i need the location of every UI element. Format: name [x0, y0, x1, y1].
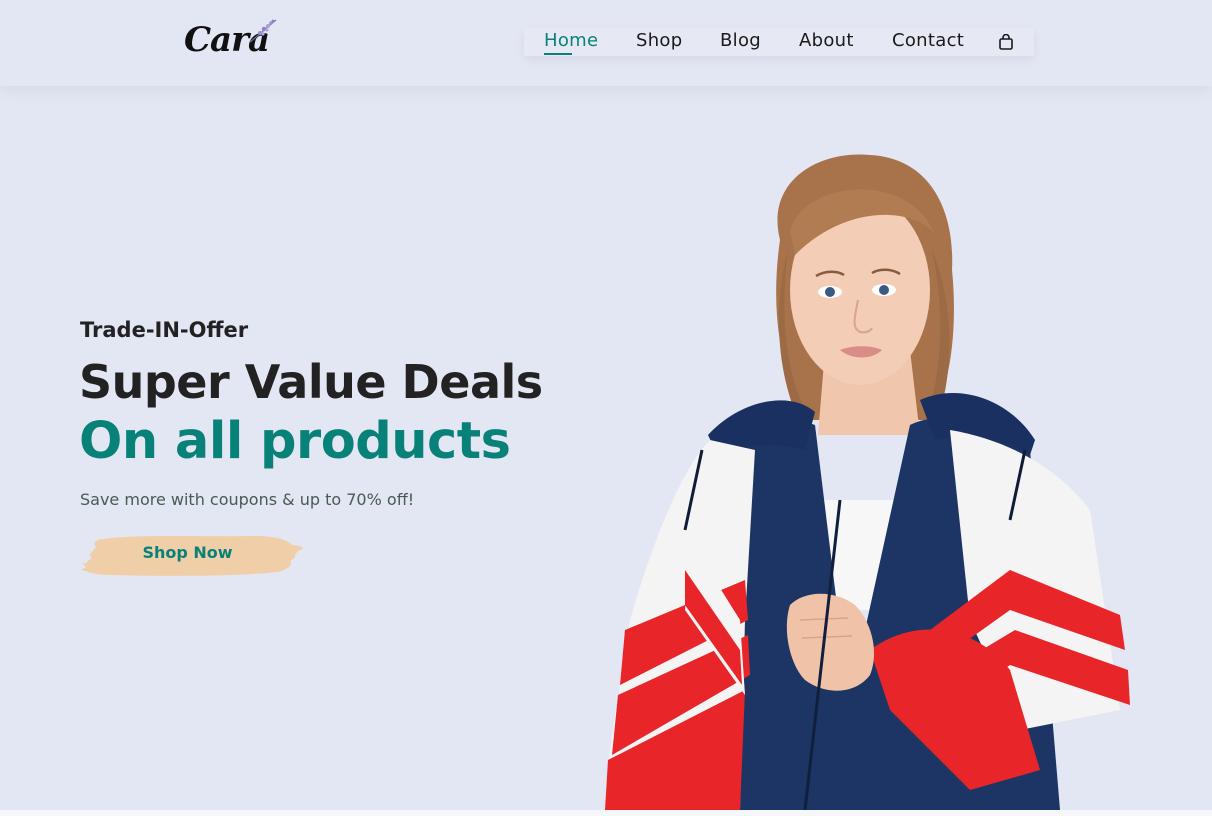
shop-now-button[interactable]: Shop Now [80, 531, 308, 581]
page-bottom-edge [0, 810, 1212, 816]
lavender-sprig-icon [249, 19, 277, 43]
shop-now-label: Shop Now [142, 543, 233, 562]
nav-link-home[interactable]: Home [544, 30, 598, 51]
nav-link-shop[interactable]: Shop [636, 30, 682, 51]
nav-link-about[interactable]: About [799, 30, 854, 51]
hero-offer-label: Trade-IN-Offer [80, 318, 249, 342]
shopping-bag-icon[interactable] [998, 34, 1014, 50]
brand-logo[interactable]: Cara [182, 14, 282, 64]
hero-subtext: Save more with coupons & up to 70% off! [80, 490, 415, 509]
nav-link-contact[interactable]: Contact [892, 30, 964, 51]
site-header: Cara Home Shop Blog About Contact [0, 0, 1212, 86]
main-nav: Home Shop Blog About Contact [524, 28, 1034, 56]
hero-model-image [605, 154, 1130, 810]
nav-link-blog[interactable]: Blog [720, 30, 761, 51]
hero-headline-primary: Super Value Deals [79, 355, 543, 409]
hero-headline-accent: On all products [79, 412, 511, 471]
nav-active-underline [544, 53, 572, 55]
